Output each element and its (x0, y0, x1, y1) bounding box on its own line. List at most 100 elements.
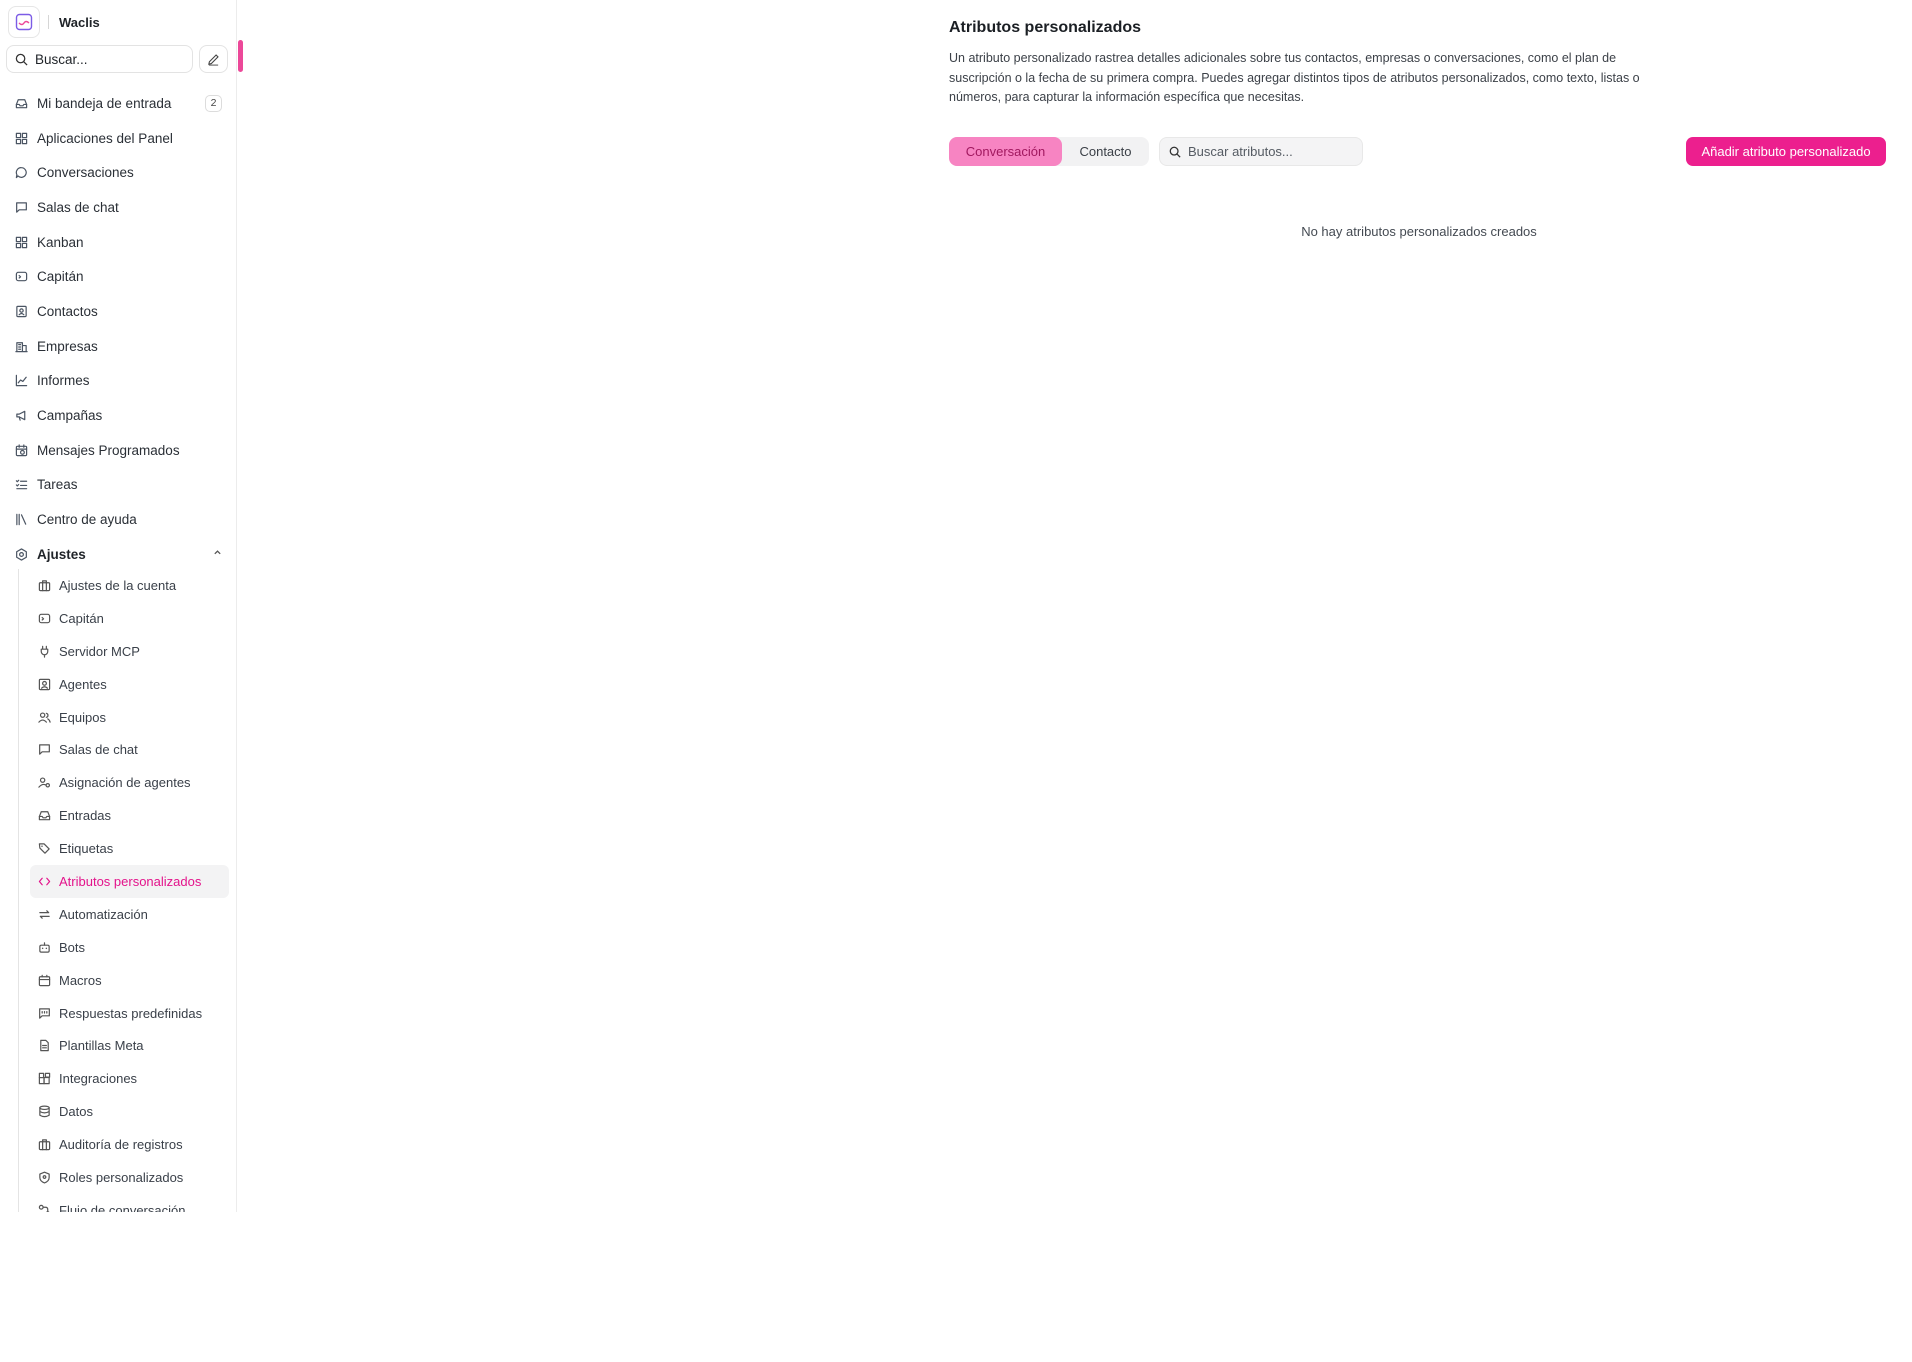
sidebar-item-capitan[interactable]: Capitán (0, 259, 236, 294)
sidebar-item-mi-bandeja-de-entrada[interactable]: Mi bandeja de entrada 2 (0, 86, 236, 121)
settings-item-entradas[interactable]: Entradas (30, 799, 229, 832)
settings-item-respuestas-predefinidas[interactable]: Respuestas predefinidas (30, 997, 229, 1030)
settings-item-atributos-personalizados[interactable]: Atributos personalizados (30, 865, 229, 898)
sidebar-item-label: Mensajes Programados (37, 442, 180, 458)
tab-contact[interactable]: Contacto (1062, 137, 1149, 166)
empty-state-message: No hay atributos personalizados creados (1301, 224, 1537, 239)
sidebar-item-label: Salas de chat (37, 199, 119, 215)
sidebar-item-tareas[interactable]: Tareas (0, 468, 236, 503)
sidebar-item-empresas[interactable]: Empresas (0, 329, 236, 364)
settings-item-label: Capitán (59, 610, 104, 626)
sidebar-resize-handle[interactable] (238, 40, 243, 72)
settings-item-servidor-mcp[interactable]: Servidor MCP (30, 635, 229, 668)
settings-item-label: Macros (59, 972, 102, 988)
settings-item-flujo-de-conversacion[interactable]: Flujo de conversación (30, 1194, 229, 1212)
captain-icon (37, 611, 51, 625)
settings-item-integraciones[interactable]: Integraciones (30, 1062, 229, 1095)
sidebar-search-row: Buscar... (6, 45, 228, 73)
settings-item-label: Automatización (59, 906, 148, 922)
settings-item-label: Plantillas Meta (59, 1038, 144, 1054)
sidebar-item-label: Mi bandeja de entrada (37, 95, 172, 111)
sidebar-item-conversaciones[interactable]: Conversaciones (0, 155, 236, 190)
canned-reply-icon (37, 1006, 51, 1020)
settings-item-roles-personalizados[interactable]: Roles personalizados (30, 1161, 229, 1194)
settings-item-label: Servidor MCP (59, 643, 140, 659)
sidebar-search-label: Buscar... (35, 51, 88, 67)
sidebar-item-kanban[interactable]: Kanban (0, 225, 236, 260)
briefcase-icon (37, 578, 51, 592)
sidebar-item-informes[interactable]: Informes (0, 364, 236, 399)
users-icon (37, 710, 51, 724)
message-square-icon (14, 200, 28, 214)
settings-item-label: Etiquetas (59, 841, 114, 857)
settings-item-equipos[interactable]: Equipos (30, 701, 229, 734)
compose-button[interactable] (199, 45, 228, 73)
line-chart-icon (14, 374, 28, 388)
brand-logo-icon[interactable] (8, 6, 40, 38)
settings-item-macros[interactable]: Macros (30, 964, 229, 997)
settings-item-label: Entradas (59, 808, 112, 824)
settings-item-label: Respuestas predefinidas (59, 1005, 203, 1021)
settings-item-asignacion-de-agentes[interactable]: Asignación de agentes (30, 766, 229, 799)
settings-icon (14, 547, 28, 561)
settings-item-capitan[interactable]: Capitán (30, 602, 229, 635)
inbox-icon (37, 809, 51, 823)
bot-icon (37, 940, 51, 954)
pencil-icon (208, 53, 219, 66)
tab-conversation[interactable]: Conversación (949, 137, 1062, 166)
checklist-icon (14, 478, 28, 492)
settings-item-label: Flujo de conversación (59, 1202, 186, 1212)
search-icon (1169, 146, 1181, 158)
sidebar-item-ajustes[interactable]: Ajustes (0, 537, 236, 572)
inbox-icon (14, 96, 28, 110)
settings-subnav: Ajustes de la cuenta Capitán Servidor MCP A… (0, 569, 236, 1212)
settings-item-label: Auditoría de registros (59, 1137, 183, 1153)
sidebar-item-campanas[interactable]: Campañas (0, 398, 236, 433)
settings-item-datos[interactable]: Datos (30, 1095, 229, 1128)
macro-icon (37, 973, 51, 987)
contact-book-icon (14, 304, 28, 318)
sidebar-item-label: Contactos (37, 303, 98, 319)
sidebar-item-contactos[interactable]: Contactos (0, 294, 236, 329)
code-icon (37, 874, 51, 888)
brand-separator (48, 15, 49, 29)
settings-item-bots[interactable]: Bots (30, 931, 229, 964)
settings-item-auditoria-de-registros[interactable]: Auditoría de registros (30, 1128, 229, 1161)
shield-icon (37, 1170, 51, 1184)
settings-item-plantillas-meta[interactable]: Plantillas Meta (30, 1029, 229, 1062)
briefcase-icon (37, 1138, 51, 1152)
chevron-up-icon[interactable] (213, 548, 222, 560)
attribute-search-input[interactable] (1188, 144, 1348, 159)
sidebar-search[interactable]: Buscar... (6, 45, 193, 73)
settings-item-label: Datos (59, 1104, 93, 1120)
account-name[interactable]: Waclis (59, 15, 100, 30)
captain-icon (14, 270, 28, 284)
settings-item-ajustes-de-la-cuenta[interactable]: Ajustes de la cuenta (30, 569, 229, 602)
sidebar-item-label: Conversaciones (37, 165, 134, 181)
settings-item-label: Roles personalizados (59, 1169, 184, 1185)
settings-item-label: Bots (59, 939, 86, 955)
add-custom-attribute-button[interactable]: Añadir atributo personalizado (1686, 137, 1886, 166)
building-icon (14, 339, 28, 353)
sidebar-item-salas-de-chat[interactable]: Salas de chat (0, 190, 236, 225)
chat-bubble-icon (14, 166, 28, 180)
repeat-icon (37, 907, 51, 921)
settings-item-agentes[interactable]: Agentes (30, 668, 229, 701)
sidebar-item-label: Campañas (37, 408, 103, 424)
sidebar-item-label: Centro de ayuda (37, 512, 137, 528)
settings-item-salas-de-chat[interactable]: Salas de chat (30, 733, 229, 766)
settings-item-label: Equipos (59, 709, 106, 725)
plug-icon (37, 644, 51, 658)
settings-item-label: Agentes (59, 676, 107, 692)
user-square-icon (37, 677, 51, 691)
sidebar-item-mensajes-programados[interactable]: Mensajes Programados (0, 433, 236, 468)
sidebar-item-label: Tareas (37, 477, 78, 493)
settings-item-label: Asignación de agentes (59, 775, 191, 791)
attribute-model-tabs: Conversación Contacto (949, 137, 1149, 166)
sidebar-item-aplicaciones-del-panel[interactable]: Aplicaciones del Panel (0, 121, 236, 156)
settings-item-etiquetas[interactable]: Etiquetas (30, 832, 229, 865)
page-description: Un atributo personalizado rastrea detall… (949, 51, 1640, 104)
user-cog-icon (37, 776, 51, 790)
settings-item-automatizacion[interactable]: Automatización (30, 898, 229, 931)
sidebar-item-centro-de-ayuda[interactable]: Centro de ayuda (0, 502, 236, 537)
